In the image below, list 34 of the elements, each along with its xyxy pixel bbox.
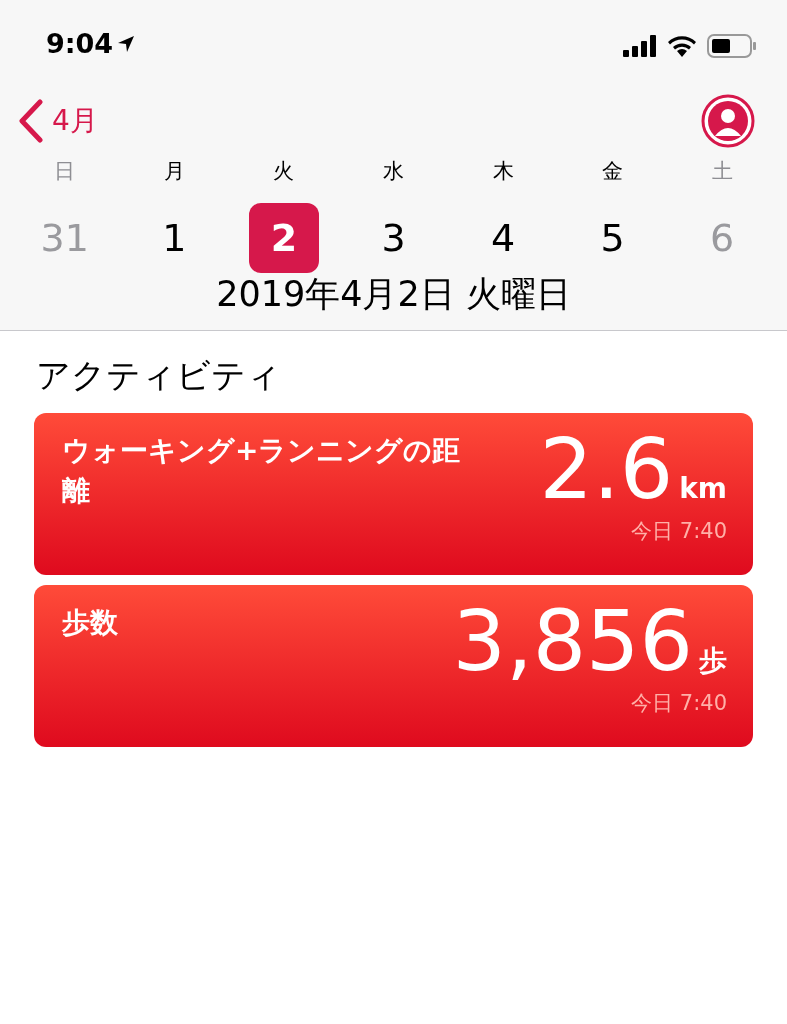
date-button[interactable]: 6 [687, 203, 758, 273]
location-arrow-icon [117, 34, 136, 53]
chevron-left-icon [18, 99, 44, 143]
card-unit: km [679, 472, 727, 505]
signal-icon [623, 35, 657, 57]
battery-icon [707, 34, 757, 58]
back-button[interactable]: 4月 [18, 99, 98, 143]
weekday-label: 土 [711, 158, 733, 185]
weekday-label: 金 [602, 158, 624, 185]
wifi-icon [667, 35, 697, 57]
weekday-label: 日 [54, 158, 76, 185]
selected-date: 2019年4月2日 火曜日 [215, 273, 572, 316]
card-value: 2.6 [539, 423, 674, 515]
date-button[interactable]: 1 [139, 203, 210, 273]
weekday-label: 火 [273, 158, 295, 185]
date-button[interactable]: 4 [468, 203, 539, 273]
status-time: 9:04 [46, 28, 114, 59]
profile-avatar-icon[interactable] [701, 94, 755, 148]
weekday-label: 木 [492, 158, 514, 185]
card-time: 今日 7:40 [631, 518, 727, 545]
activity-card[interactable]: 歩数 3,856 歩 今日 7:40 [34, 585, 753, 747]
activity-card[interactable]: ウォーキング+ランニングの距離 2.6 km 今日 7:40 [34, 413, 753, 575]
card-title: 歩数 [62, 605, 119, 641]
date-button[interactable]: 3 [358, 203, 429, 273]
card-unit: 歩 [699, 643, 727, 679]
section-title: アクティビティ [36, 354, 282, 397]
card-title: ウォーキング+ランニングの距離 [62, 433, 462, 509]
date-button[interactable]: 31 [29, 203, 100, 273]
date-button[interactable]: 2 [248, 203, 319, 273]
weekday-label: 月 [163, 158, 185, 185]
weekday-label: 水 [383, 158, 404, 185]
date-button[interactable]: 5 [577, 203, 648, 273]
card-value: 3,856 [452, 595, 693, 687]
card-time: 今日 7:40 [631, 690, 727, 717]
